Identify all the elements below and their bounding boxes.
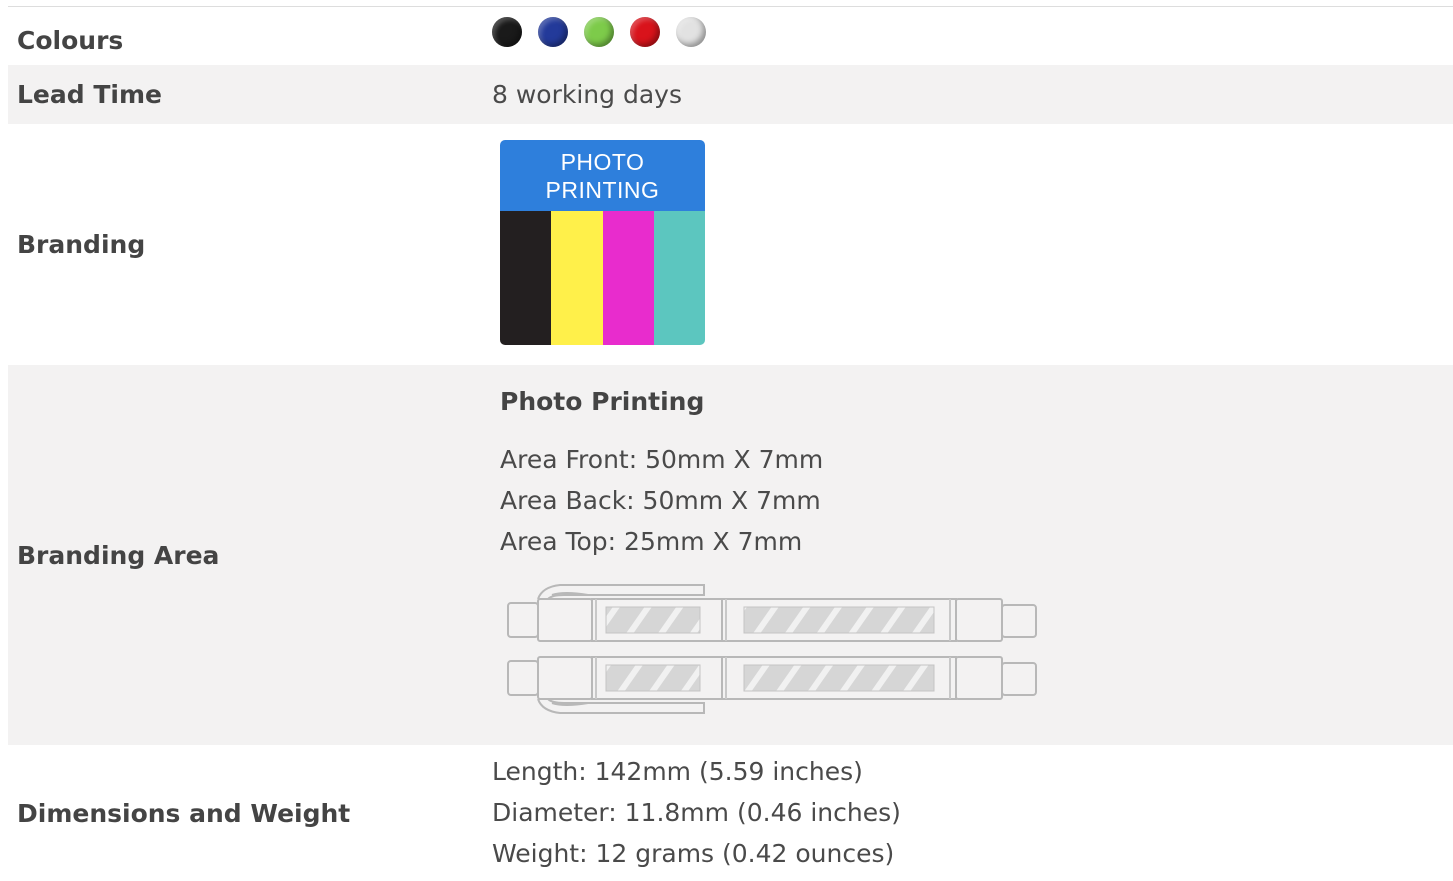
colours-label: Colours [17, 26, 124, 55]
badge-cmyk-stripes [500, 211, 705, 345]
colour-swatch-black[interactable] [492, 17, 522, 47]
area-front-text: Area Front: 50mm X 7mm [500, 445, 824, 474]
colour-swatch-blue[interactable] [538, 17, 568, 47]
branding-zone-front-1 [605, 606, 701, 634]
spec-row-branding: Branding PHOTO PRINTING [8, 124, 1453, 365]
area-back-text: Area Back: 50mm X 7mm [500, 486, 821, 515]
lead-time-value: 8 working days [492, 80, 682, 109]
dimensions-label: Dimensions and Weight [17, 798, 351, 828]
area-top-text: Area Top: 25mm X 7mm [500, 527, 803, 556]
product-spec-table: Colours Lead Time 8 working days Brandin… [8, 6, 1453, 881]
lead-time-label: Lead Time [17, 80, 162, 109]
length-text: Length: 142mm (5.59 inches) [492, 757, 863, 786]
spec-row-lead-time: Lead Time 8 working days [8, 65, 1453, 124]
branding-area-label: Branding Area [17, 540, 220, 570]
badge-stripe-3 [602, 211, 654, 345]
badge-stripe-4 [653, 211, 705, 345]
photo-printing-badge: PHOTO PRINTING [500, 140, 705, 345]
badge-stripe-2 [551, 211, 603, 345]
badge-line-1: PHOTO [560, 149, 645, 175]
colour-swatch-green[interactable] [584, 17, 614, 47]
branding-label: Branding [17, 230, 146, 259]
colours-value [492, 7, 1453, 65]
spec-row-branding-area: Branding Area Photo Printing Area Front:… [8, 365, 1453, 745]
spec-row-dimensions: Dimensions and Weight Length: 142mm (5.5… [8, 745, 1453, 881]
colour-swatch-white[interactable] [676, 17, 706, 47]
diameter-text: Diameter: 11.8mm (0.46 inches) [492, 798, 901, 827]
branding-zone-back-1 [605, 664, 701, 692]
branding-method-title: Photo Printing [500, 387, 705, 416]
pen-branding-diagram [507, 584, 1037, 714]
branding-zone-back-2 [743, 664, 935, 692]
weight-text: Weight: 12 grams (0.42 ounces) [492, 839, 895, 868]
colour-swatch-red[interactable] [630, 17, 660, 47]
badge-stripe-1 [500, 211, 552, 345]
colour-swatches [492, 7, 1453, 47]
badge-line-2: PRINTING [545, 177, 660, 203]
spec-row-colours: Colours [8, 7, 1453, 65]
badge-header: PHOTO PRINTING [500, 140, 705, 211]
branding-zone-front-2 [743, 606, 935, 634]
